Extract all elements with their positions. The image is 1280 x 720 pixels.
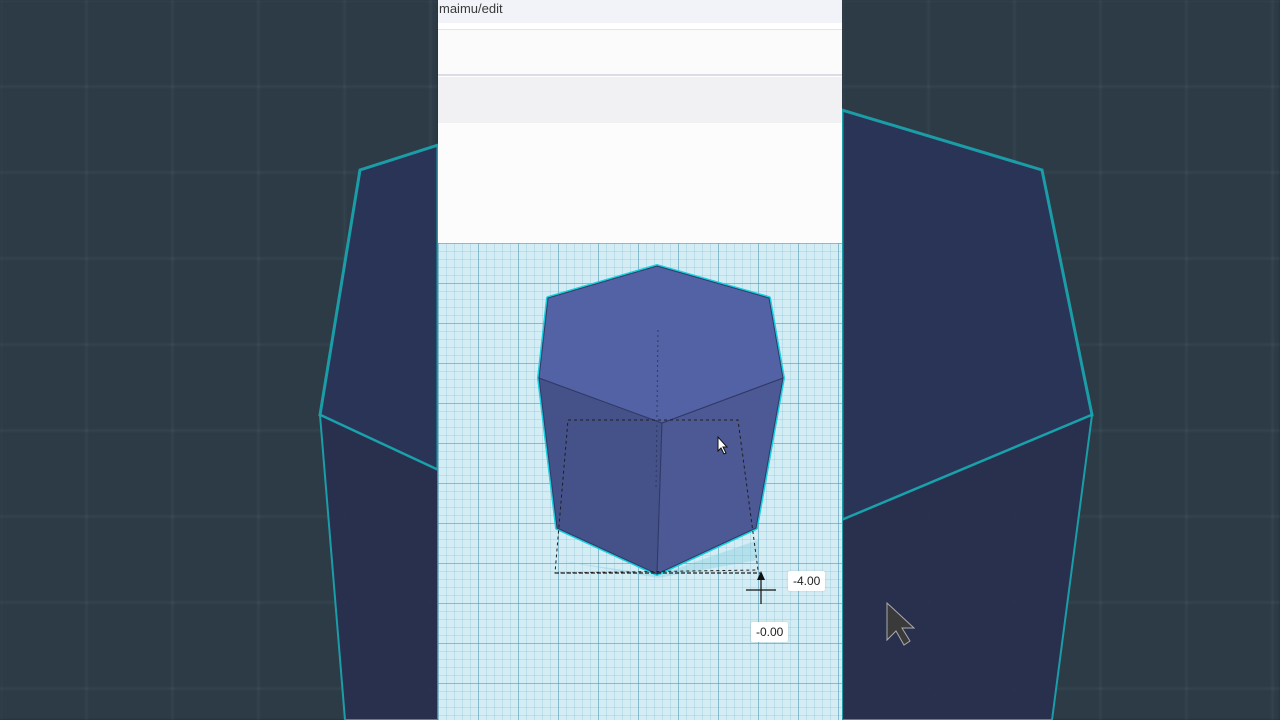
background-left (0, 0, 438, 720)
background-shape-left (318, 143, 438, 720)
address-bar[interactable]: maimu/edit (438, 0, 842, 23)
background-right (842, 0, 1280, 720)
x-offset-label[interactable]: -4.00 (788, 571, 826, 591)
address-bar-url: maimu/edit (439, 1, 503, 16)
blank-panel (438, 123, 842, 243)
y-offset-label[interactable]: -0.00 (751, 622, 789, 642)
background-shape-right (842, 108, 1094, 720)
app-screen: maimu/edit -4.00 -0.00 (438, 0, 842, 720)
workplane-grid[interactable] (438, 243, 842, 720)
top-toolbar (438, 29, 842, 76)
secondary-toolbar (438, 77, 842, 123)
